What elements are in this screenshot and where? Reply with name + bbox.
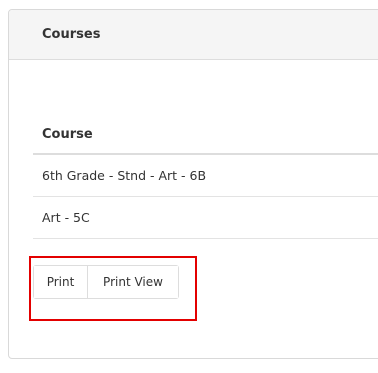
course-cell: Art - 5C	[42, 210, 90, 225]
panel-title: Courses	[42, 26, 101, 42]
column-header-course: Course	[33, 115, 378, 155]
course-cell: 6th Grade - Stnd - Art - 6B	[42, 168, 207, 183]
table-row: 6th Grade - Stnd - Art - 6B	[33, 155, 378, 197]
panel-heading: Courses	[9, 10, 378, 60]
print-button[interactable]: Print	[34, 266, 88, 298]
table-row: Art - 5C	[33, 197, 378, 239]
print-button-group: Print Print View	[33, 265, 179, 299]
print-view-button[interactable]: Print View	[88, 266, 178, 298]
courses-table: Course 6th Grade - Stnd - Art - 6B Art -…	[33, 115, 378, 239]
